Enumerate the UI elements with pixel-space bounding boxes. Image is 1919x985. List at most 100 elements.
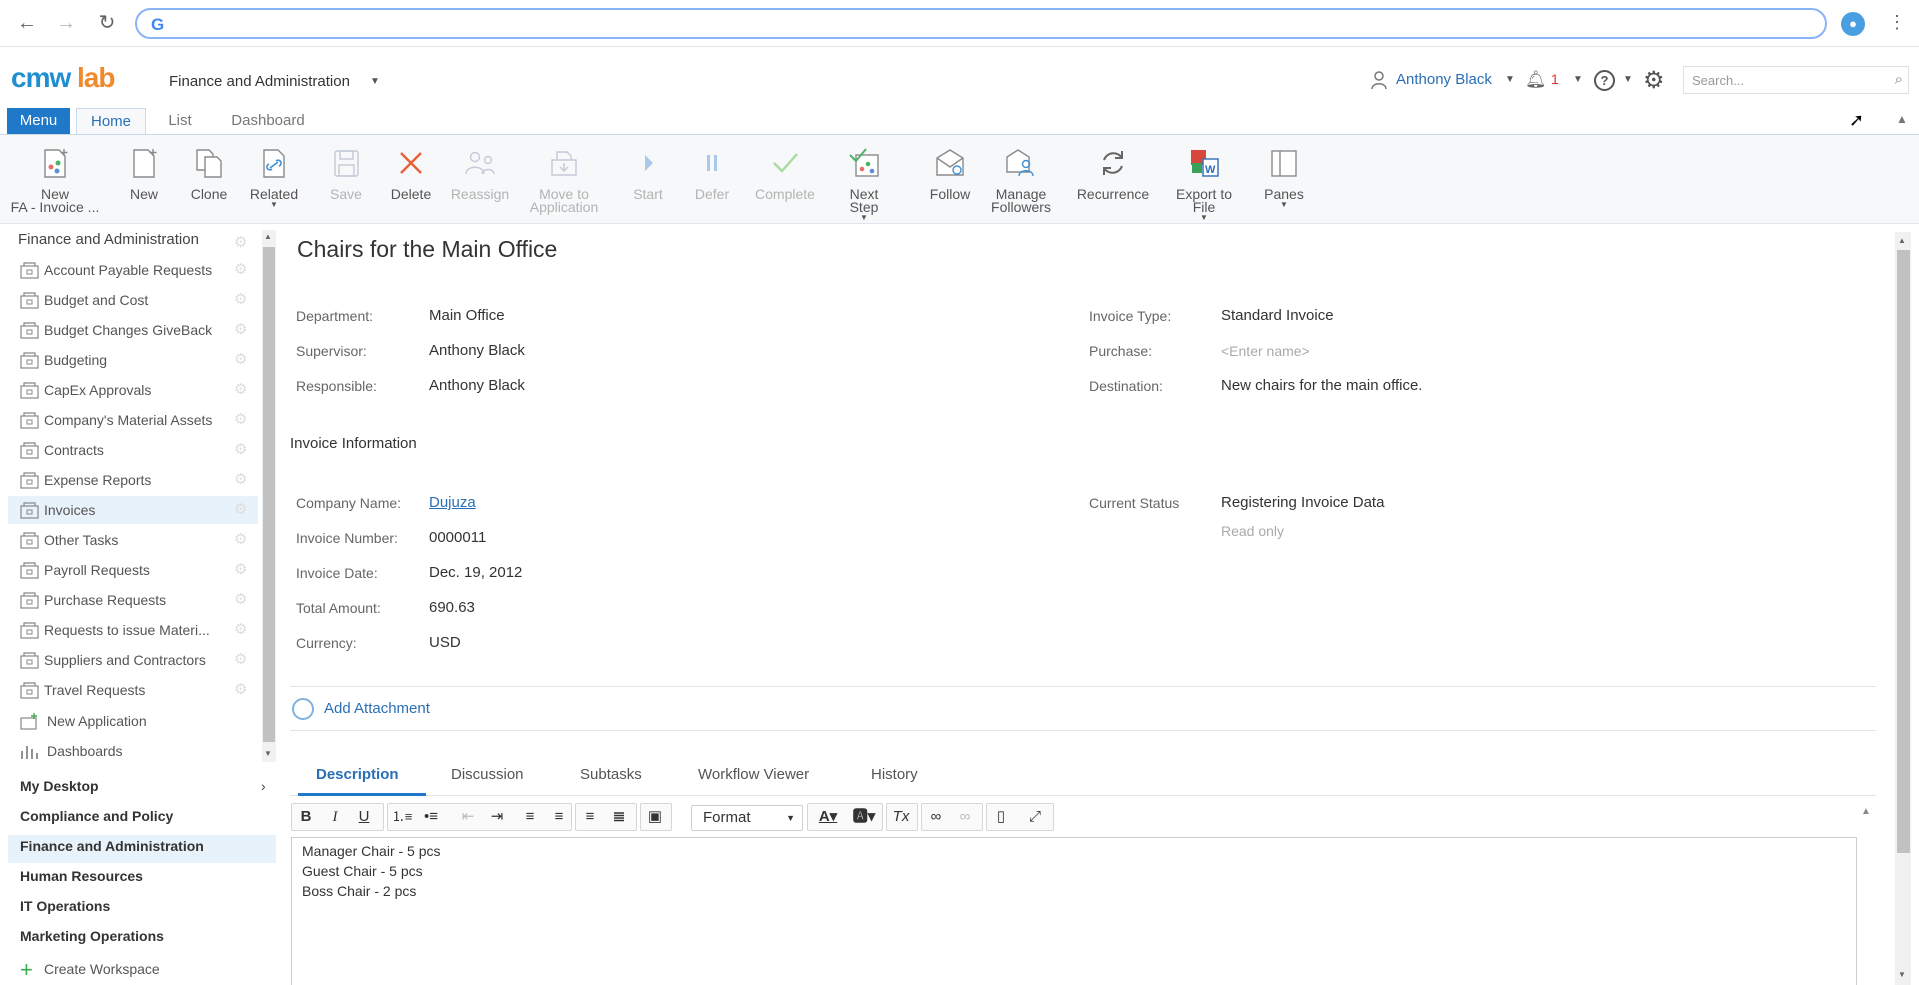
align-center-icon[interactable]: ≡: [546, 803, 572, 829]
notifications-chevron-icon[interactable]: ▼: [1573, 74, 1583, 85]
reload-icon[interactable]: ↻: [96, 12, 118, 34]
invoice-type-value[interactable]: Standard Invoice: [1221, 307, 1334, 324]
gear-icon[interactable]: ⚙: [234, 470, 247, 488]
add-attachment-link[interactable]: Add Attachment: [324, 700, 430, 717]
reassign-button[interactable]: Reassign: [449, 146, 511, 201]
extension-icon[interactable]: ●: [1841, 12, 1865, 36]
next-step-button[interactable]: Next Step ▼: [839, 146, 889, 222]
gear-icon[interactable]: ⚙: [234, 233, 247, 251]
editor-line[interactable]: Guest Chair - 5 pcs: [302, 863, 423, 879]
sidebar-item[interactable]: Budget Changes GiveBack ⚙: [8, 316, 258, 344]
sidebar-header[interactable]: Finance and Administration: [18, 231, 199, 248]
gear-icon[interactable]: ⚙: [234, 290, 247, 308]
background-color-icon[interactable]: 🅰︎▾: [846, 803, 882, 829]
workspace-hr[interactable]: Human Resources: [20, 868, 143, 884]
sidebar-item[interactable]: Travel Requests ⚙: [8, 676, 258, 704]
settings-gear-icon[interactable]: ⚙: [1643, 66, 1665, 95]
scroll-down-icon[interactable]: ▼: [1898, 970, 1906, 979]
save-button[interactable]: Save: [326, 146, 366, 201]
bulleted-list-icon[interactable]: •≡: [418, 803, 444, 829]
destination-value[interactable]: New chairs for the main office.: [1221, 377, 1422, 394]
tab-history[interactable]: History: [871, 766, 918, 783]
sidebar-item[interactable]: Suppliers and Contractors ⚙: [8, 646, 258, 674]
attachment-icon[interactable]: [292, 698, 314, 720]
sidebar-item[interactable]: Purchase Requests ⚙: [8, 586, 258, 614]
plus-icon[interactable]: +: [20, 957, 33, 983]
user-name-link[interactable]: Anthony Black: [1396, 71, 1492, 88]
editor-scroll-up-icon[interactable]: ▲: [1861, 806, 1871, 817]
unlink-icon[interactable]: ∞: [952, 803, 978, 829]
sidebar-scroll-thumb[interactable]: [263, 247, 275, 742]
supervisor-value[interactable]: Anthony Black: [429, 342, 525, 359]
sidebar-dashboards[interactable]: Dashboards: [8, 737, 258, 765]
purchase-field[interactable]: <Enter name>: [1221, 343, 1310, 359]
invoice-number-value[interactable]: 0000011: [429, 529, 486, 546]
tab-description[interactable]: Description: [316, 766, 399, 783]
company-name-link[interactable]: Dujuza: [429, 494, 476, 511]
tab-dashboard[interactable]: Dashboard: [222, 108, 314, 135]
help-chevron-icon[interactable]: ▼: [1623, 74, 1633, 85]
text-color-icon[interactable]: A▾: [810, 803, 846, 829]
browser-menu-icon[interactable]: ⋮: [1888, 11, 1906, 33]
editor-line[interactable]: Manager Chair - 5 pcs: [302, 843, 441, 859]
indent-icon[interactable]: ⇥: [484, 803, 510, 829]
main-scroll-thumb[interactable]: [1897, 250, 1910, 853]
tab-workflow-viewer[interactable]: Workflow Viewer: [698, 766, 809, 783]
format-dropdown[interactable]: Format ▼: [691, 805, 803, 831]
collapse-ribbon-icon[interactable]: ▲: [1896, 112, 1908, 126]
gear-icon[interactable]: ⚙: [234, 350, 247, 368]
gear-icon[interactable]: ⚙: [234, 440, 247, 458]
link-icon[interactable]: ∞: [923, 803, 949, 829]
scroll-up-icon[interactable]: ▲: [264, 232, 272, 241]
scroll-down-icon[interactable]: ▼: [264, 749, 272, 758]
search-icon[interactable]: ⌕: [1895, 71, 1903, 88]
chevron-right-icon[interactable]: ›: [261, 778, 266, 794]
move-to-application-button[interactable]: Move to Application: [524, 146, 604, 214]
italic-icon[interactable]: I: [322, 803, 348, 829]
numbered-list-icon[interactable]: ⒈≡: [389, 803, 415, 829]
notifications-bell-icon[interactable]: 🔔︎: [1525, 70, 1547, 90]
workspace-finance[interactable]: Finance and Administration: [20, 838, 204, 854]
workspace-selector[interactable]: Finance and Administration: [169, 73, 350, 90]
defer-button[interactable]: Defer: [692, 146, 732, 201]
forward-icon[interactable]: →: [55, 12, 77, 34]
related-button[interactable]: Related ▼: [247, 146, 301, 209]
gear-icon[interactable]: ⚙: [234, 560, 247, 578]
scroll-up-icon[interactable]: ▲: [1898, 236, 1906, 245]
delete-button[interactable]: Delete: [386, 146, 436, 201]
bold-icon[interactable]: B: [293, 803, 319, 829]
department-value[interactable]: Main Office: [429, 307, 505, 324]
fullscreen-icon[interactable]: ⤢: [1022, 803, 1048, 829]
start-button[interactable]: Start: [628, 146, 668, 201]
back-icon[interactable]: ←: [16, 12, 38, 34]
workspace-it-operations[interactable]: IT Operations: [20, 898, 110, 914]
gear-icon[interactable]: ⚙: [234, 590, 247, 608]
currency-value[interactable]: USD: [429, 634, 461, 651]
user-icon[interactable]: [1370, 70, 1388, 90]
app-logo[interactable]: cmw lab: [11, 62, 116, 94]
user-menu-chevron-icon[interactable]: ▼: [1505, 74, 1515, 85]
sidebar-item[interactable]: Company's Material Assets ⚙: [8, 406, 258, 434]
gear-icon[interactable]: ⚙: [234, 260, 247, 278]
sidebar-new-application[interactable]: New Application: [8, 707, 258, 735]
gear-icon[interactable]: ⚙: [234, 620, 247, 638]
tab-discussion[interactable]: Discussion: [451, 766, 524, 783]
workspace-marketing[interactable]: Marketing Operations: [20, 928, 164, 944]
sidebar-item[interactable]: Expense Reports ⚙: [8, 466, 258, 494]
sidebar-item[interactable]: Payroll Requests ⚙: [8, 556, 258, 584]
clear-formatting-icon[interactable]: Tx: [888, 803, 914, 829]
gear-icon[interactable]: ⚙: [234, 530, 247, 548]
tab-subtasks[interactable]: Subtasks: [580, 766, 642, 783]
tab-list[interactable]: List: [158, 108, 202, 135]
manage-followers-button[interactable]: Manage Followers: [988, 146, 1054, 214]
help-icon[interactable]: ?: [1594, 70, 1615, 91]
search-input[interactable]: [1690, 68, 1870, 92]
underline-icon[interactable]: U: [351, 803, 377, 829]
sidebar-item[interactable]: Contracts ⚙: [8, 436, 258, 464]
export-to-file-button[interactable]: W Export to File ▼: [1171, 146, 1237, 222]
editor-line[interactable]: Boss Chair - 2 pcs: [302, 883, 416, 899]
description-editor[interactable]: Manager Chair - 5 pcs Guest Chair - 5 pc…: [291, 837, 1857, 985]
sidebar-item[interactable]: Invoices ⚙: [8, 496, 258, 524]
gear-icon[interactable]: ⚙: [234, 680, 247, 698]
outdent-icon[interactable]: ⇤: [455, 803, 481, 829]
